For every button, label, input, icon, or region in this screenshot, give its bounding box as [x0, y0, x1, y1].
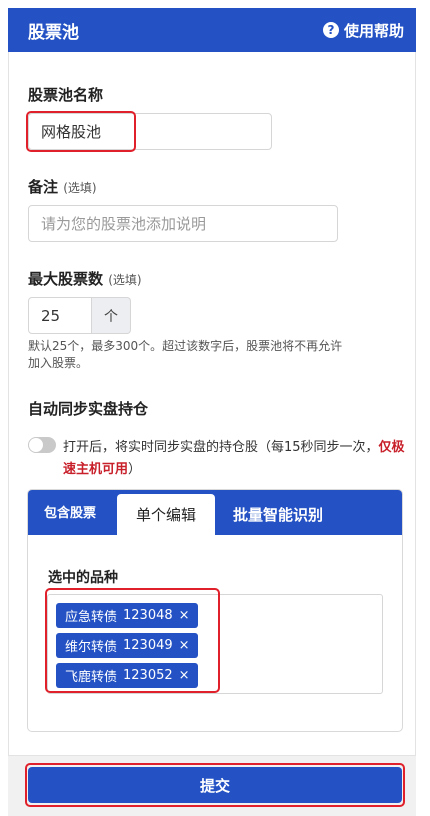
sync-description: 打开后，将实时同步实盘的持仓股（每15秒同步一次，仅极速主机可用） [63, 440, 405, 477]
selected-stocks-box[interactable]: 应急转债 123048 × 维尔转债 123049 × 飞鹿转债 123052 × [47, 594, 383, 694]
stock-chip: 应急转债 123048 × [56, 603, 198, 628]
remove-icon[interactable]: × [179, 638, 190, 653]
tab-single-edit[interactable]: 单个编辑 [117, 494, 215, 535]
max-stocks-unit: 个 [92, 297, 131, 334]
remark-input[interactable]: 请为您的股票池添加说明 [28, 205, 338, 242]
selected-label: 选中的品种 [48, 570, 118, 586]
max-stocks-optional: (选填) [108, 273, 142, 287]
pool-name-input[interactable]: 网格股池 [28, 113, 272, 150]
remove-icon[interactable]: × [179, 668, 190, 683]
sync-toggle[interactable] [28, 437, 56, 453]
max-stocks-input[interactable]: 25 [28, 297, 92, 334]
page-header: 股票池 ? 使用帮助 [8, 8, 416, 52]
remark-label: 备注 (选填) [28, 178, 97, 196]
tab-batch-recognize[interactable]: 批量智能识别 [218, 494, 338, 535]
stocks-panel-label: 包含股票 [44, 506, 97, 521]
stock-chip: 维尔转债 123049 × [56, 633, 198, 658]
max-stocks-hint: 默认25个，最多300个。超过该数字后，股票池将不再允许加入股票。 [28, 339, 343, 370]
help-label: 使用帮助 [343, 21, 404, 40]
pool-name-label: 股票池名称 [28, 86, 104, 104]
stock-chip-code: 123052 [123, 668, 173, 683]
remove-icon[interactable]: × [179, 608, 190, 623]
help-link[interactable]: ? 使用帮助 [322, 20, 404, 41]
stock-chip: 飞鹿转债 123052 × [56, 663, 198, 688]
stocks-panel: 包含股票 单个编辑 批量智能识别 选中的品种 应急转债 123048 × 维尔转债… [27, 489, 403, 732]
submit-button[interactable]: 提交 [28, 767, 402, 803]
max-stocks-field: 25 个 [28, 297, 131, 334]
stock-chip-code: 123049 [123, 638, 173, 653]
page-title: 股票池 [28, 22, 79, 43]
stock-chip-code: 123048 [123, 608, 173, 623]
max-stocks-label: 最大股票数 (选填) [28, 270, 142, 288]
stock-chip-name: 飞鹿转债 [65, 670, 118, 685]
stocks-tabs-bar: 包含股票 单个编辑 批量智能识别 [28, 490, 402, 535]
toggle-knob [29, 438, 43, 452]
stock-chip-name: 维尔转债 [65, 640, 118, 655]
stock-chip-name: 应急转债 [65, 610, 118, 625]
question-circle-icon: ? [322, 22, 339, 38]
remark-optional: (选填) [63, 181, 97, 195]
sync-label: 自动同步实盘持仓 [28, 400, 149, 418]
